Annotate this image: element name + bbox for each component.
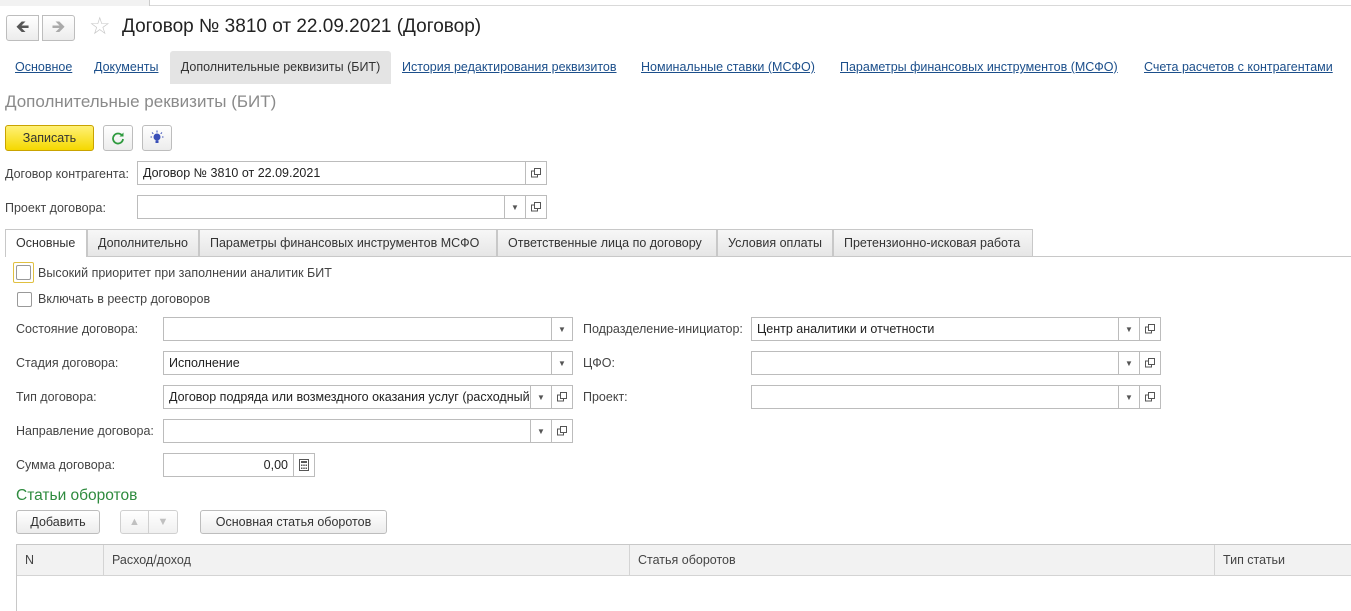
back-button[interactable]: 🡸 [6,15,39,41]
project-field[interactable] [137,195,505,219]
refresh-icon [112,132,124,145]
tab-payment-terms[interactable]: Условия оплаты [717,229,833,256]
chevron-down-icon: ▼ [537,392,545,402]
nav-link-nominal-rates[interactable]: Номинальные ставки (МСФО) [641,60,815,74]
column-header-n[interactable]: N [17,545,104,576]
cfo-label: ЦФО: [583,356,615,370]
registry-checkbox-label[interactable]: Включать в реестр договоров [38,292,210,306]
stage-field[interactable]: Исполнение [163,351,552,375]
priority-checkbox-focus[interactable] [13,262,34,283]
state-dropdown-button[interactable]: ▼ [552,317,573,341]
open-type-button[interactable] [552,385,573,409]
column-header-turnover-item[interactable]: Статья оборотов [630,545,1215,576]
open-project-button[interactable] [526,195,547,219]
nav-link-edit-history[interactable]: История редактирования реквизитов [402,60,617,74]
arrow-up-icon: ▲ [129,516,140,528]
chevron-down-icon: ▼ [537,426,545,436]
tab-fin-instruments[interactable]: Параметры финансовых инструментов МСФО [199,229,497,256]
chevron-down-icon: ▼ [1125,324,1133,334]
cfo-dropdown-button[interactable]: ▼ [1119,351,1140,375]
column-header-item-type[interactable]: Тип статьи [1215,545,1351,576]
cfo-field[interactable] [751,351,1119,375]
tabs-baseline [5,256,1351,257]
forward-button[interactable]: 🡺 [42,15,75,41]
chevron-down-icon: ▼ [1125,392,1133,402]
window-top-strip [0,0,1351,6]
hint-button[interactable] [142,125,172,151]
open-icon [557,392,567,402]
turnover-section-title: Статьи оборотов [16,487,138,504]
open-icon [531,168,541,178]
dept-field[interactable]: Центр аналитики и отчетности [751,317,1119,341]
nav-link-additional-details[interactable]: Дополнительные реквизиты (БИТ) [170,51,391,84]
open-icon [557,426,567,436]
section-title: Дополнительные реквизиты (БИТ) [5,92,277,111]
window-tab-strip [0,0,150,6]
tab-additional[interactable]: Дополнительно [87,229,199,256]
chevron-down-icon: ▼ [511,202,519,212]
dept-dropdown-button[interactable]: ▼ [1119,317,1140,341]
tab-main[interactable]: Основные [5,229,87,257]
arrow-left-icon: 🡸 [15,16,30,36]
nav-link-main[interactable]: Основное [15,60,72,74]
calculator-button[interactable] [294,453,315,477]
open-right-project-button[interactable] [1140,385,1161,409]
open-cfo-button[interactable] [1140,351,1161,375]
stage-dropdown-button[interactable]: ▼ [552,351,573,375]
sum-label: Сумма договора: [16,458,116,472]
state-field[interactable] [163,317,552,341]
right-project-label: Проект: [583,390,628,404]
right-project-dropdown-button[interactable]: ▼ [1119,385,1140,409]
lightbulb-icon [150,130,164,143]
form-navigation-panel: Основное Документы Дополнительные реквиз… [0,51,1351,84]
stage-label: Стадия договора: [16,356,119,370]
tab-responsible-persons[interactable]: Ответственные лица по договору [497,229,717,256]
calculator-icon [299,459,309,471]
project-label: Проект договора: [5,201,106,215]
arrow-right-icon: 🡺 [51,16,66,36]
move-down-button[interactable]: ▼ [149,510,178,534]
turnover-table[interactable]: N Расход/доход Статья оборотов Тип стать… [16,544,1351,611]
column-header-expense-income[interactable]: Расход/доход [104,545,630,576]
open-icon [1145,392,1155,402]
type-dropdown-button[interactable]: ▼ [531,385,552,409]
nav-link-settlement-accounts[interactable]: Счета расчетов с контрагентами [1144,60,1333,74]
priority-checkbox-label[interactable]: Высокий приоритет при заполнении аналити… [38,266,332,280]
sum-field[interactable]: 0,00 [163,453,294,477]
open-icon [1145,358,1155,368]
type-field[interactable]: Договор подряда или возмездного оказания… [163,385,531,409]
open-contract-button[interactable] [526,161,547,185]
open-icon [531,202,541,212]
dept-label: Подразделение-инициатор: [583,322,743,336]
window-title: Договор № 3810 от 22.09.2021 (Договор) [122,16,482,37]
contract-field[interactable]: Договор № 3810 от 22.09.2021 [137,161,526,185]
direction-label: Направление договора: [16,424,154,438]
open-icon [1145,324,1155,334]
main-turnover-button[interactable]: Основная статья оборотов [200,510,387,534]
chevron-down-icon: ▼ [1125,358,1133,368]
chevron-down-icon: ▼ [558,358,566,368]
right-project-field[interactable] [751,385,1119,409]
direction-dropdown-button[interactable]: ▼ [531,419,552,443]
direction-field[interactable] [163,419,531,443]
table-header: N Расход/доход Статья оборотов Тип стать… [17,545,1351,576]
registry-checkbox[interactable] [17,292,32,307]
move-up-button[interactable]: ▲ [120,510,149,534]
open-dept-button[interactable] [1140,317,1161,341]
state-label: Состояние договора: [16,322,139,336]
add-button[interactable]: Добавить [16,510,100,534]
type-label: Тип договора: [16,390,97,404]
nav-link-documents[interactable]: Документы [94,60,158,74]
chevron-down-icon: ▼ [558,324,566,334]
save-button[interactable]: Записать [5,125,94,151]
open-direction-button[interactable] [552,419,573,443]
nav-link-fin-instruments[interactable]: Параметры финансовых инструментов (МСФО) [840,60,1118,74]
tab-claims-work[interactable]: Претензионно-исковая работа [833,229,1033,256]
priority-checkbox[interactable] [16,265,31,280]
arrow-down-icon: ▼ [157,516,169,528]
favorite-star-icon[interactable]: ☆ [89,14,111,40]
project-dropdown-button[interactable]: ▼ [505,195,526,219]
contract-label: Договор контрагента: [5,167,129,181]
refresh-button[interactable] [103,125,133,151]
